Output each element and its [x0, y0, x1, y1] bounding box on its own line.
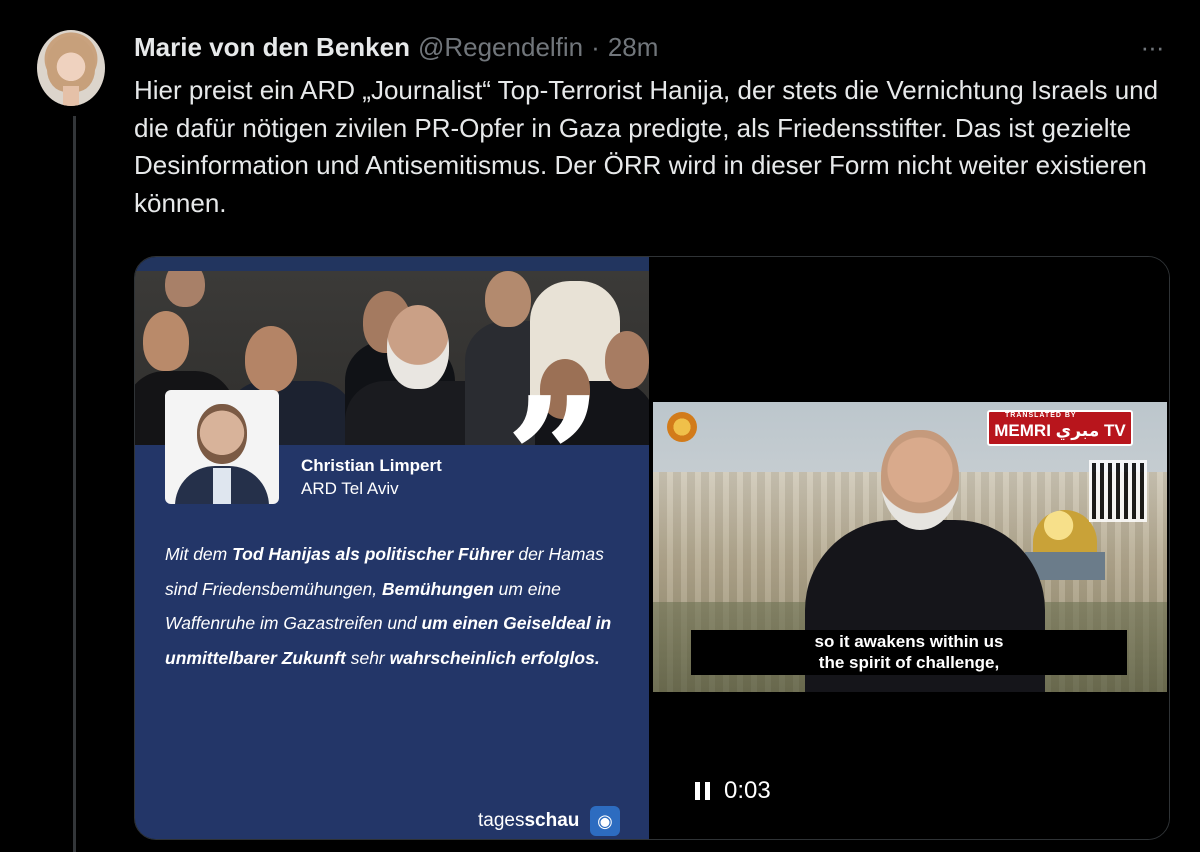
channel-logo-icon	[667, 412, 697, 442]
video-subtitle: so it awakens within us the spirit of ch…	[691, 630, 1127, 675]
quote-mark-icon: ”	[505, 360, 603, 560]
reporter-photo	[165, 390, 279, 504]
author-name[interactable]: Marie von den Benken	[134, 32, 410, 63]
quote-segment: Bemühungen	[381, 578, 494, 599]
quote-text: Mit dem Tod Hanijas als politischer Führ…	[165, 537, 635, 675]
more-options-icon[interactable]: ···	[1136, 30, 1168, 64]
memri-translated-by: TRANSLATED BY	[1005, 412, 1077, 419]
playback-controls: 0:03	[695, 777, 771, 805]
thread-line	[73, 116, 76, 852]
author-avatar[interactable]	[37, 30, 105, 106]
tagesschau-quote-image[interactable]: Christian Limpert ARD Tel Aviv ” Mit dem…	[135, 257, 649, 839]
avatar-neck	[63, 86, 79, 106]
separator-dot: ·	[591, 31, 600, 62]
video-time: 0:03	[724, 777, 771, 804]
quote-segment: sehr	[345, 647, 390, 668]
video-player[interactable]: MEMRI مبري TV TRANSLATED BY so it awaken…	[649, 257, 1169, 839]
tweet-timestamp[interactable]: 28m	[608, 32, 659, 63]
quote-segment: wahrscheinlich erfolglos.	[389, 647, 600, 668]
subtitle-line-2: the spirit of challenge,	[818, 653, 1000, 672]
reporter-name: Christian Limpert	[301, 456, 442, 475]
pause-icon[interactable]	[695, 782, 710, 800]
quote-segment: Mit dem	[165, 544, 233, 564]
tweet-media: Christian Limpert ARD Tel Aviv ” Mit dem…	[134, 256, 1170, 840]
speaker-head	[881, 430, 959, 530]
video-frame[interactable]: MEMRI مبري TV TRANSLATED BY so it awaken…	[653, 402, 1167, 692]
tagesschau-globe-icon: ◉	[590, 806, 620, 836]
tagesschau-logo: tagesschau	[478, 810, 580, 831]
subtitle-line-1: so it awakens within us	[814, 632, 1004, 651]
author-handle[interactable]: @Regendelfin	[418, 32, 583, 63]
qr-code-icon	[1089, 460, 1147, 522]
tweet-text: Hier preist ein ARD „Journalist“ Top-Ter…	[134, 75, 1159, 218]
quote-segment: Tod Hanijas als politischer Führer	[232, 544, 514, 564]
reporter-org: ARD Tel Aviv	[301, 479, 399, 498]
tweet-header: Marie von den Benken @Regendelfin · 28m	[134, 30, 658, 64]
avatar-face	[47, 36, 95, 92]
